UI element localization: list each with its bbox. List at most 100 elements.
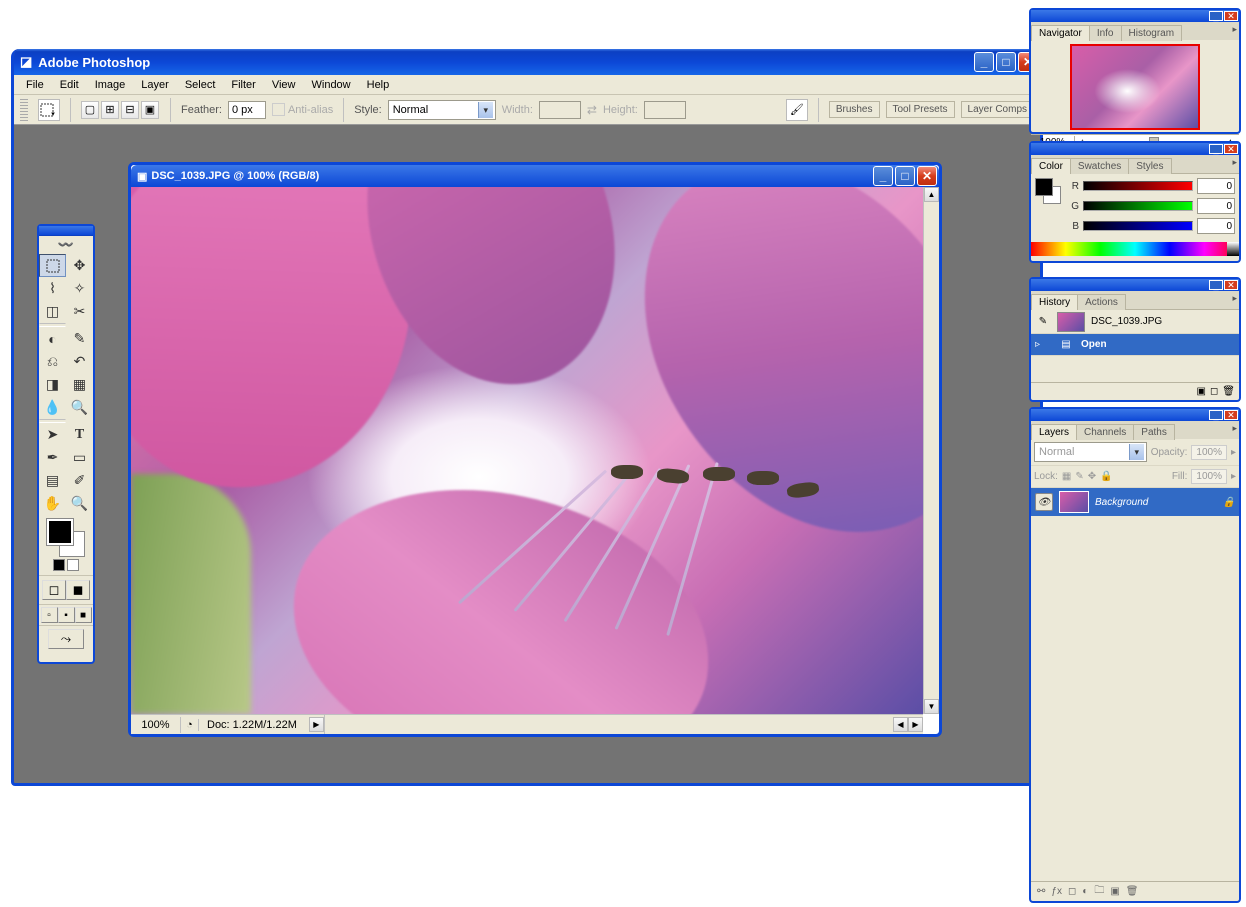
pen-tool[interactable]: ✒ — [39, 446, 66, 469]
b-slider[interactable] — [1083, 221, 1193, 231]
menu-filter[interactable]: Filter — [223, 77, 263, 93]
color-swatch[interactable] — [1035, 178, 1061, 204]
jump-to-imageready-button[interactable]: ⤳ — [48, 629, 84, 649]
shape-tool[interactable]: ▭ — [66, 446, 93, 469]
panel-flyout-icon[interactable]: ▸ — [1232, 24, 1237, 35]
tab-histogram[interactable]: Histogram — [1121, 25, 1183, 41]
move-tool[interactable]: ✥ — [66, 254, 93, 277]
screen-full-menubar-button[interactable]: ▪ — [58, 607, 75, 623]
menu-help[interactable]: Help — [359, 77, 398, 93]
options-grip[interactable] — [20, 99, 28, 121]
marquee-tool[interactable] — [39, 254, 66, 277]
tab-color[interactable]: Color — [1031, 158, 1071, 174]
gradient-tool[interactable]: ▦ — [66, 373, 93, 396]
tab-history[interactable]: History — [1031, 294, 1078, 310]
tab-swatches[interactable]: Swatches — [1070, 158, 1129, 174]
history-brush-tool[interactable]: ↶ — [66, 350, 93, 373]
layers-panel[interactable]: _✕ Layers Channels Paths ▸ Normal Opacit… — [1029, 407, 1241, 903]
menu-view[interactable]: View — [264, 77, 304, 93]
well-layer-comps[interactable]: Layer Comps — [961, 101, 1034, 118]
zoom-level-input[interactable]: 100% — [131, 717, 181, 733]
swap-colors-icon[interactable] — [67, 559, 79, 571]
panel-minimize-icon[interactable]: _ — [1209, 280, 1223, 290]
zoom-tool[interactable]: 🔍 — [66, 492, 93, 515]
panel-minimize-icon[interactable]: _ — [1209, 144, 1223, 154]
dodge-tool[interactable]: 🔍 — [66, 396, 93, 419]
foreground-background-swatch[interactable] — [47, 519, 85, 557]
minimize-button[interactable]: _ — [974, 52, 994, 72]
tools-palette-header[interactable] — [39, 226, 93, 236]
r-value-input[interactable] — [1197, 178, 1235, 194]
doc-maximize-button[interactable]: □ — [895, 166, 915, 186]
history-panel[interactable]: _✕ History Actions ▸ ✎ DSC_1039.JPG ▹ ▤ … — [1029, 277, 1241, 402]
b-value-input[interactable] — [1197, 218, 1235, 234]
selection-intersect-icon[interactable]: ▣ — [141, 101, 159, 119]
brushes-palette-button[interactable]: 🖌 — [786, 99, 808, 121]
scroll-down-button[interactable]: ▼ — [924, 699, 939, 714]
screen-standard-button[interactable]: ▫ — [41, 607, 58, 623]
panel-flyout-icon[interactable]: ▸ — [1232, 157, 1237, 168]
eyedropper-tool[interactable]: ✐ — [66, 469, 93, 492]
document-titlebar[interactable]: ▣ DSC_1039.JPG @ 100% (RGB/8) _ □ ✕ — [131, 165, 939, 187]
notes-tool[interactable]: ▤ — [39, 469, 66, 492]
menu-file[interactable]: File — [18, 77, 52, 93]
eraser-tool[interactable]: ◨ — [39, 373, 66, 396]
panel-flyout-icon[interactable]: ▸ — [1232, 423, 1237, 434]
new-document-from-state-icon[interactable]: ▣ — [1197, 386, 1206, 397]
selection-new-icon[interactable]: ▢ — [81, 101, 99, 119]
tab-paths[interactable]: Paths — [1133, 424, 1175, 440]
menu-edit[interactable]: Edit — [52, 77, 87, 93]
r-slider[interactable] — [1083, 181, 1193, 191]
tab-styles[interactable]: Styles — [1128, 158, 1171, 174]
panel-close-icon[interactable]: ✕ — [1224, 280, 1238, 290]
screen-full-button[interactable]: ■ — [75, 607, 92, 623]
history-state-row[interactable]: ▹ ▤ Open — [1031, 334, 1239, 356]
layer-name-label[interactable]: Background — [1095, 497, 1148, 508]
g-slider[interactable] — [1083, 201, 1193, 211]
new-snapshot-icon[interactable]: ◻ — [1210, 386, 1218, 397]
main-titlebar[interactable]: ◪ Adobe Photoshop _ □ ✕ — [14, 49, 1040, 75]
layer-thumbnail[interactable] — [1059, 491, 1089, 513]
feather-input[interactable] — [228, 101, 266, 119]
tab-layers[interactable]: Layers — [1031, 424, 1077, 440]
brush-tool[interactable]: ✎ — [66, 327, 93, 350]
path-select-tool[interactable]: ➤ — [39, 423, 66, 446]
blur-tool[interactable]: 💧 — [39, 396, 66, 419]
layer-mask-icon[interactable]: ◻ — [1068, 886, 1076, 897]
style-select[interactable]: Normal — [388, 100, 496, 120]
panel-close-icon[interactable]: ✕ — [1224, 144, 1238, 154]
adjustment-layer-icon[interactable]: ◐ — [1082, 886, 1088, 897]
menu-image[interactable]: Image — [87, 77, 134, 93]
history-snapshot-row[interactable]: ✎ DSC_1039.JPG — [1031, 310, 1239, 334]
clone-stamp-tool[interactable]: ⎌ — [39, 350, 66, 373]
healing-brush-tool[interactable]: ◐ — [39, 327, 66, 350]
tab-actions[interactable]: Actions — [1077, 294, 1126, 310]
panel-flyout-icon[interactable]: ▸ — [1232, 293, 1237, 304]
panel-minimize-icon[interactable]: _ — [1209, 11, 1223, 21]
lasso-tool[interactable]: ⌇ — [39, 277, 66, 300]
well-brushes[interactable]: Brushes — [829, 101, 880, 118]
new-layer-icon[interactable]: ▣ — [1110, 886, 1119, 897]
tab-info[interactable]: Info — [1089, 25, 1122, 41]
slice-tool[interactable]: ✂ — [66, 300, 93, 323]
menu-select[interactable]: Select — [177, 77, 224, 93]
navigator-thumbnail[interactable] — [1070, 44, 1200, 130]
tools-palette[interactable]: 〰️ ✥ ⌇ ✧ ◫ ✂ ◐ ✎ ⎌ ↶ ◨ ▦ 💧 🔍 ➤ T ✒ ▭ ▤ ✐… — [37, 224, 95, 664]
crop-tool[interactable]: ◫ — [39, 300, 66, 323]
tab-channels[interactable]: Channels — [1076, 424, 1134, 440]
scroll-up-button[interactable]: ▲ — [924, 187, 939, 202]
panel-close-icon[interactable]: ✕ — [1224, 11, 1238, 21]
status-preview-icon[interactable]: ◔ — [181, 719, 199, 731]
doc-close-button[interactable]: ✕ — [917, 166, 937, 186]
new-group-icon[interactable]: 🗀 — [1094, 883, 1104, 900]
vertical-scrollbar[interactable]: ▲ ▼ — [923, 187, 939, 714]
default-colors-icon[interactable] — [53, 559, 65, 571]
scroll-right-button[interactable]: ▶ — [908, 717, 923, 732]
history-brush-source-icon[interactable]: ✎ — [1035, 316, 1051, 327]
selection-add-icon[interactable]: ⊞ — [101, 101, 119, 119]
delete-state-icon[interactable]: 🗑 — [1222, 386, 1235, 397]
hand-tool[interactable]: ✋ — [39, 492, 66, 515]
menu-layer[interactable]: Layer — [133, 77, 177, 93]
layer-visibility-icon[interactable]: 👁 — [1035, 493, 1053, 511]
panel-minimize-icon[interactable]: _ — [1209, 410, 1223, 420]
